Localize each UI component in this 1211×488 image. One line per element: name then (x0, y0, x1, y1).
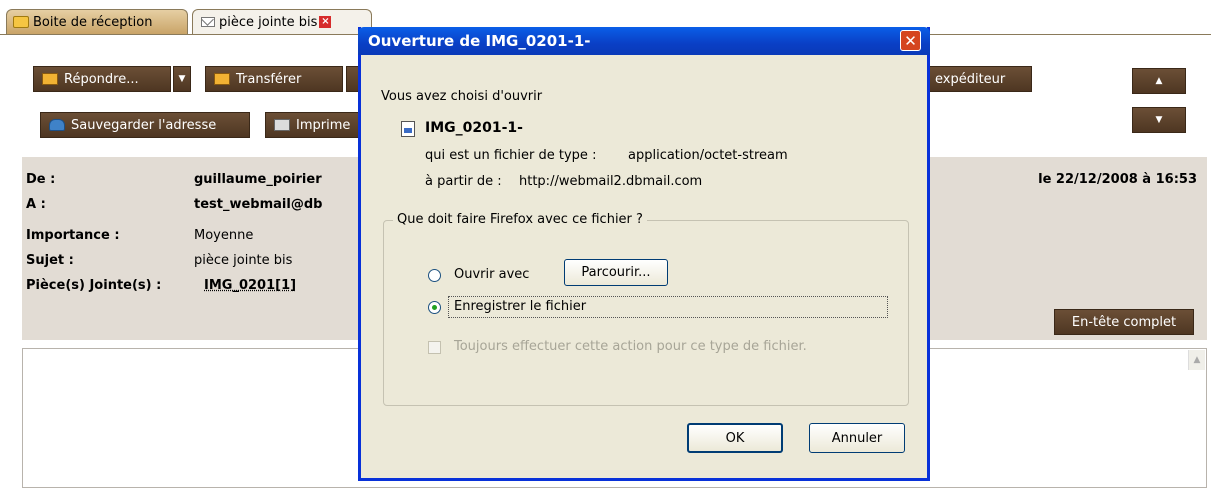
file-source-value: http://webmail2.dbmail.com (519, 174, 703, 189)
print-button[interactable]: Imprime (265, 112, 365, 138)
always-label: Toujours effectuer cette action pour ce … (454, 339, 807, 354)
subject-label: Sujet : (26, 253, 74, 268)
browse-button[interactable]: Parcourir... (564, 259, 668, 286)
file-type-label: qui est un fichier de type : (425, 148, 597, 163)
open-with-label[interactable]: Ouvrir avec (454, 267, 529, 282)
chevron-down-icon: ▼ (178, 74, 186, 84)
close-tab-icon[interactable]: × (319, 16, 332, 28)
arrow-down-icon: ▼ (1155, 115, 1163, 125)
cancel-label: Annuler (831, 430, 883, 446)
printer-icon (274, 119, 290, 131)
contact-icon (49, 119, 65, 131)
full-header-button[interactable]: En-tête complet (1054, 309, 1194, 335)
subject-value: pièce jointe bis (194, 253, 293, 268)
save-file-label[interactable]: Enregistrer le fichier (454, 299, 586, 314)
forward-label: Transférer (236, 71, 302, 87)
save-address-button[interactable]: Sauvegarder l'adresse (40, 112, 250, 138)
sender-button[interactable]: expéditeur (928, 66, 1032, 92)
from-value: guillaume_poirier (194, 172, 322, 187)
dialog-title: Ouverture de IMG_0201-1- (368, 32, 591, 50)
to-label: A : (26, 197, 46, 212)
scroll-down-button[interactable]: ▼ (1132, 107, 1186, 133)
action-groupbox: Que doit faire Firefox avec ce fichier ?… (383, 212, 909, 406)
file-source-label: à partir de : (425, 174, 502, 189)
envelope-icon (201, 17, 215, 27)
cancel-button[interactable]: Annuler (809, 423, 905, 453)
sender-label: expéditeur (935, 71, 1006, 87)
tab-inbox-label: Boite de réception (33, 14, 153, 30)
scrollbar[interactable]: ▲ (1188, 350, 1205, 370)
folder-icon (13, 16, 29, 28)
scroll-up-button[interactable]: ▲ (1132, 68, 1186, 94)
action-question: Que doit faire Firefox avec ce fichier ? (393, 212, 647, 227)
forward-icon (214, 73, 230, 85)
from-label: De : (26, 172, 56, 187)
ok-button[interactable]: OK (687, 423, 783, 453)
dialog-titlebar[interactable]: Ouverture de IMG_0201-1- (358, 27, 930, 55)
reply-icon (42, 73, 58, 85)
ok-label: OK (725, 430, 745, 446)
reply-label: Répondre... (64, 71, 139, 87)
to-value: test_webmail@db (194, 197, 323, 212)
reply-dropdown[interactable]: ▼ (173, 66, 191, 92)
attachments-label: Pièce(s) Jointe(s) : (26, 278, 162, 293)
file-type-value: application/octet-stream (628, 148, 788, 163)
date-value: le 22/12/2008 à 16:53 (1038, 172, 1197, 187)
tab-inbox[interactable]: Boite de réception (6, 9, 188, 34)
open-file-dialog: Ouverture de IMG_0201-1- ✕ Vous avez cho… (358, 27, 930, 481)
open-with-radio[interactable] (428, 269, 441, 282)
tab-attachment[interactable]: pièce jointe bis × (192, 9, 372, 34)
file-name: IMG_0201-1- (425, 120, 523, 136)
full-header-label: En-tête complet (1071, 314, 1177, 330)
close-icon[interactable]: ✕ (900, 30, 921, 51)
dialog-intro: Vous avez choisi d'ouvrir (381, 89, 543, 104)
file-icon (401, 121, 415, 137)
arrow-up-icon: ▲ (1155, 76, 1163, 86)
importance-label: Importance : (26, 228, 120, 243)
tab-attachment-label: pièce jointe bis (219, 14, 318, 30)
save-address-label: Sauvegarder l'adresse (71, 117, 217, 133)
reply-button[interactable]: Répondre... (33, 66, 171, 92)
importance-value: Moyenne (194, 228, 254, 243)
print-label: Imprime (296, 117, 351, 133)
always-checkbox[interactable] (428, 341, 441, 354)
browse-label: Parcourir... (581, 265, 651, 280)
forward-button[interactable]: Transférer (205, 66, 343, 92)
save-file-radio[interactable] (428, 301, 441, 314)
attachment-link[interactable]: IMG_0201[1] (204, 278, 296, 293)
